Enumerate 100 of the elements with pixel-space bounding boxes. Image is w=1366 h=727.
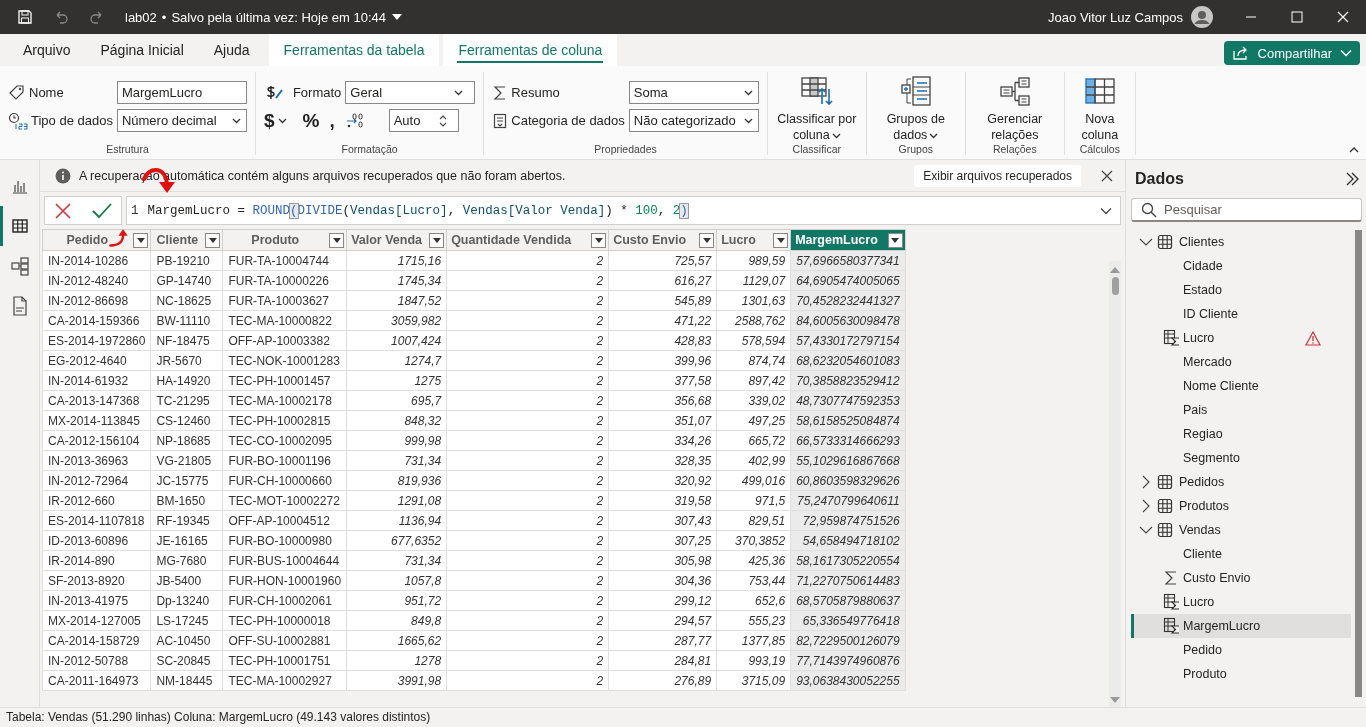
- decimal-places-icon[interactable]: [344, 111, 365, 130]
- chevron-down-icon[interactable]: [1100, 206, 1112, 215]
- table-cell: 399,96: [608, 350, 717, 371]
- dropdown[interactable]: Geral: [345, 81, 476, 104]
- table-cell: TEC-MA-10002927: [222, 670, 347, 691]
- table-cell: 1057,8: [346, 570, 447, 591]
- field-item[interactable]: Lucro: [1131, 590, 1351, 614]
- scrollbar[interactable]: [1355, 230, 1362, 697]
- table-cell: 1377,85: [716, 630, 791, 651]
- table-cell: TEC-PH-10001457: [222, 370, 347, 391]
- table-cell: 2: [446, 510, 609, 531]
- column-header[interactable]: Custo Envio: [608, 229, 717, 251]
- column-header[interactable]: Lucro: [716, 229, 791, 251]
- field-item[interactable]: Pais: [1131, 398, 1351, 422]
- field-item[interactable]: Pedido: [1131, 638, 1351, 662]
- table-cell: IN-2012-48240: [42, 270, 151, 291]
- scrollbar[interactable]: [1109, 261, 1121, 707]
- column-filter-button[interactable]: [887, 232, 903, 248]
- close-icon[interactable]: [1101, 169, 1113, 182]
- field-item[interactable]: Cidade: [1131, 254, 1351, 278]
- table-cell: 307,43: [608, 510, 717, 531]
- table-cell: 2: [446, 310, 609, 331]
- column-header[interactable]: MargemLucro: [790, 229, 906, 251]
- table-cell: FUR-BUS-10004644: [222, 550, 347, 571]
- ribbon-button[interactable]: Nova coluna: [1072, 75, 1127, 143]
- collapse-ribbon-icon[interactable]: [1349, 147, 1359, 153]
- table-cell: 2: [446, 390, 609, 411]
- field-item[interactable]: Segmento: [1131, 446, 1351, 470]
- cancel-icon[interactable]: [54, 201, 72, 220]
- column-header[interactable]: Cliente: [150, 229, 223, 251]
- column-filter-button[interactable]: [773, 232, 789, 248]
- table-cell: 1129,07: [716, 270, 791, 291]
- table-cell: 2: [446, 350, 609, 371]
- save-status: Salvo pela última vez: Hoje em 10:44: [171, 9, 386, 25]
- ribbon-tab[interactable]: Ajuda: [198, 34, 265, 66]
- save-icon[interactable]: [17, 9, 33, 25]
- dropdown[interactable]: Não categorizado: [628, 109, 759, 132]
- group-label: Cálculos: [1078, 143, 1121, 155]
- avatar-icon[interactable]: [1191, 6, 1213, 28]
- format-button[interactable]: ,: [329, 109, 335, 132]
- ribbon-button[interactable]: Classificar por coluna: [775, 75, 858, 143]
- ribbon-tab[interactable]: Ferramentas da tabela: [268, 34, 440, 66]
- table-item[interactable]: Clientes: [1131, 230, 1351, 254]
- field-item[interactable]: Nome Cliente: [1131, 374, 1351, 398]
- table-cell: 819,936: [346, 470, 447, 491]
- checkmark-icon[interactable]: [92, 201, 112, 220]
- column-filter-button[interactable]: [699, 232, 715, 248]
- dropdown[interactable]: Soma: [628, 81, 759, 104]
- field-item[interactable]: MargemLucro: [1131, 614, 1351, 638]
- maximize-icon[interactable]: [1291, 11, 1303, 23]
- table-cell: IR-2014-890: [42, 550, 151, 571]
- share-button[interactable]: Compartilhar: [1223, 41, 1360, 65]
- table-cell: CS-12460: [150, 410, 223, 431]
- format-button[interactable]: %: [302, 109, 320, 132]
- ribbon-button[interactable]: Gerenciar relações: [973, 75, 1056, 143]
- table-icon: [1157, 234, 1173, 250]
- field-item[interactable]: Mercado: [1131, 350, 1351, 374]
- format-button[interactable]: $: [263, 109, 293, 132]
- table-icon: [1157, 522, 1173, 538]
- caret-icon[interactable]: [392, 14, 402, 20]
- field-item[interactable]: Custo Envio: [1131, 566, 1351, 590]
- field-item[interactable]: Lucro: [1131, 326, 1351, 350]
- double-chevron-icon[interactable]: [1344, 171, 1360, 187]
- table-cell: MX-2014-113845: [42, 410, 151, 431]
- dropdown[interactable]: Número decimal: [116, 109, 247, 132]
- column-filter-button[interactable]: [591, 232, 607, 248]
- column-filter-button[interactable]: [329, 232, 345, 248]
- field-item[interactable]: Produto: [1131, 662, 1351, 686]
- column-filter-button[interactable]: [429, 232, 445, 248]
- column-filter-button[interactable]: [205, 232, 221, 248]
- table-cell: 2: [446, 330, 609, 351]
- column-header[interactable]: Quantidade Vendida: [446, 229, 609, 251]
- text-field[interactable]: MargemLucro: [116, 81, 247, 104]
- table-cell: JR-5670: [150, 350, 223, 371]
- table-cell: 3059,982: [346, 310, 447, 331]
- table-cell: 1665,62: [346, 630, 447, 651]
- spinner-field[interactable]: Auto: [388, 109, 459, 132]
- field-item[interactable]: Estado: [1131, 278, 1351, 302]
- table-cell: NP-18685: [150, 430, 223, 451]
- table-item[interactable]: Pedidos: [1131, 470, 1351, 494]
- table-item[interactable]: Vendas: [1131, 518, 1351, 542]
- ribbon-tab[interactable]: Página Inicial: [85, 34, 199, 66]
- table-item[interactable]: Produtos: [1131, 494, 1351, 518]
- column-header[interactable]: Valor Venda: [346, 229, 447, 251]
- table-cell: PB-19210: [150, 250, 223, 271]
- column-filter-button[interactable]: [133, 232, 149, 248]
- ribbon-tab[interactable]: Arquivo: [8, 34, 86, 66]
- field-item[interactable]: Cliente: [1131, 542, 1351, 566]
- field-item[interactable]: Regiao: [1131, 422, 1351, 446]
- field-item[interactable]: ID Cliente: [1131, 302, 1351, 326]
- column-header[interactable]: Produto: [222, 229, 347, 251]
- group-label: Relações: [991, 143, 1038, 155]
- column-header[interactable]: Pedido: [42, 229, 151, 251]
- filter-caret-icon: [332, 237, 341, 243]
- scrollbar-thumb[interactable]: [1111, 277, 1119, 295]
- table-cell: TEC-MA-10002178: [222, 390, 347, 411]
- recovered-files-button[interactable]: Exibir arquivos recuperados: [914, 164, 1081, 187]
- search-field[interactable]: Pesquisar: [1131, 198, 1362, 222]
- ribbon-tab[interactable]: Ferramentas de coluna: [443, 34, 618, 66]
- ribbon-button[interactable]: Grupos de dados: [874, 75, 957, 143]
